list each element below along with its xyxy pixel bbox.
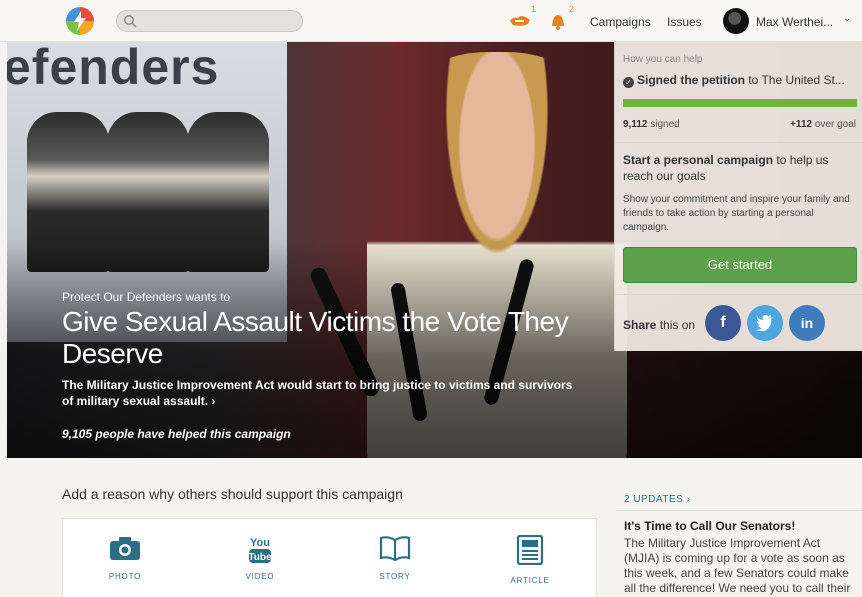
handshake-count: 1 <box>531 4 537 14</box>
newspaper-icon <box>516 534 544 566</box>
handshake-icon <box>510 16 530 26</box>
bell-count: 2 <box>569 4 575 14</box>
svg-text:You: You <box>250 537 270 549</box>
petition-progress-fill <box>623 99 857 107</box>
poster-text: efenders <box>7 42 220 95</box>
video-label: VIDEO <box>245 572 275 581</box>
top-bar: 1 2 Campaigns Issues Max Werthei... ⌄ <box>0 0 862 42</box>
book-icon <box>379 536 411 562</box>
linkedin-icon: in <box>800 315 814 331</box>
twitter-share-button[interactable] <box>747 305 783 341</box>
add-article-button[interactable]: ARTICLE <box>490 534 570 585</box>
share-label-rest: this on <box>656 318 696 332</box>
twitter-icon <box>756 315 773 332</box>
linkedin-share-button[interactable]: in <box>789 305 825 341</box>
facebook-icon: f <box>720 314 726 331</box>
nav-campaigns[interactable]: Campaigns <box>590 15 651 29</box>
search-box[interactable] <box>116 10 303 32</box>
updates-link[interactable]: 2 UPDATES › <box>624 494 690 505</box>
over-goal-word: over goal <box>812 119 856 130</box>
share-label-bold: Share <box>623 318 657 332</box>
check-icon: ✓ <box>623 77 634 88</box>
start-campaign-heading: Start a personal campaign to help us rea… <box>623 152 855 184</box>
app-logo-icon[interactable] <box>66 7 94 35</box>
search-icon <box>124 15 137 28</box>
over-goal: +112 over goal <box>790 119 856 130</box>
chevron-down-icon[interactable]: ⌄ <box>843 13 851 24</box>
petition-progress-bar <box>623 99 857 107</box>
story-label: STORY <box>379 572 411 581</box>
action-panel: How you can help ✓ Signed the petition to… <box>614 42 862 351</box>
divider <box>615 294 862 295</box>
signed-status-target: to The United St... <box>745 73 845 87</box>
signed-status-bold: Signed the petition <box>637 73 745 87</box>
facebook-share-button[interactable]: f <box>705 305 741 341</box>
share-label: Share this on <box>623 318 695 332</box>
hero-org-line: Protect Our Defenders wants to <box>62 290 231 304</box>
add-story-button[interactable]: STORY <box>355 535 435 581</box>
start-campaign-body: Show your commitment and inspire your fa… <box>623 194 850 233</box>
search-input[interactable] <box>141 13 296 29</box>
get-started-button[interactable]: Get started <box>623 247 857 283</box>
signed-count-word: signed <box>647 119 680 130</box>
youtube-icon: You Tube <box>248 537 272 563</box>
signed-count: 9,112 signed <box>623 119 680 130</box>
signed-count-value: 9,112 <box>623 119 648 130</box>
how-you-can-help-label: How you can help <box>623 54 703 65</box>
media-options: PHOTO You Tube VIDEO STORY ARTICLE <box>62 518 597 597</box>
update-title[interactable]: It's Time to Call Our Senators! <box>624 519 795 533</box>
add-reason-heading: Add a reason why others should support t… <box>62 486 403 502</box>
photo-label: PHOTO <box>108 572 142 581</box>
svg-text:Tube: Tube <box>248 552 272 563</box>
campaign-title: Give Sexual Assault Victims the Vote The… <box>62 306 569 369</box>
user-name[interactable]: Max Werthei... <box>756 15 833 29</box>
nav-issues[interactable]: Issues <box>667 15 702 29</box>
campaign-description-link[interactable]: The Military Justice Improvement Act wou… <box>62 377 582 409</box>
bell-icon <box>552 15 564 30</box>
bell-notification-button[interactable]: 2 <box>549 4 574 37</box>
signed-status: ✓ Signed the petition to The United St... <box>623 73 845 88</box>
add-video-button[interactable]: You Tube VIDEO <box>220 535 300 581</box>
add-photo-button[interactable]: PHOTO <box>85 535 165 581</box>
over-goal-value: +112 <box>790 119 813 130</box>
update-body: The Military Justice Improvement Act (MJ… <box>624 536 851 595</box>
divider <box>615 142 862 143</box>
camera-icon <box>110 537 140 560</box>
avatar[interactable] <box>723 8 749 34</box>
article-label: ARTICLE <box>510 576 550 585</box>
helped-count: 9,105 people have helped this campaign <box>62 427 291 441</box>
start-campaign-bold: Start a personal campaign <box>623 153 774 167</box>
divider <box>616 510 862 511</box>
handshake-notification-button[interactable]: 1 <box>509 4 536 35</box>
